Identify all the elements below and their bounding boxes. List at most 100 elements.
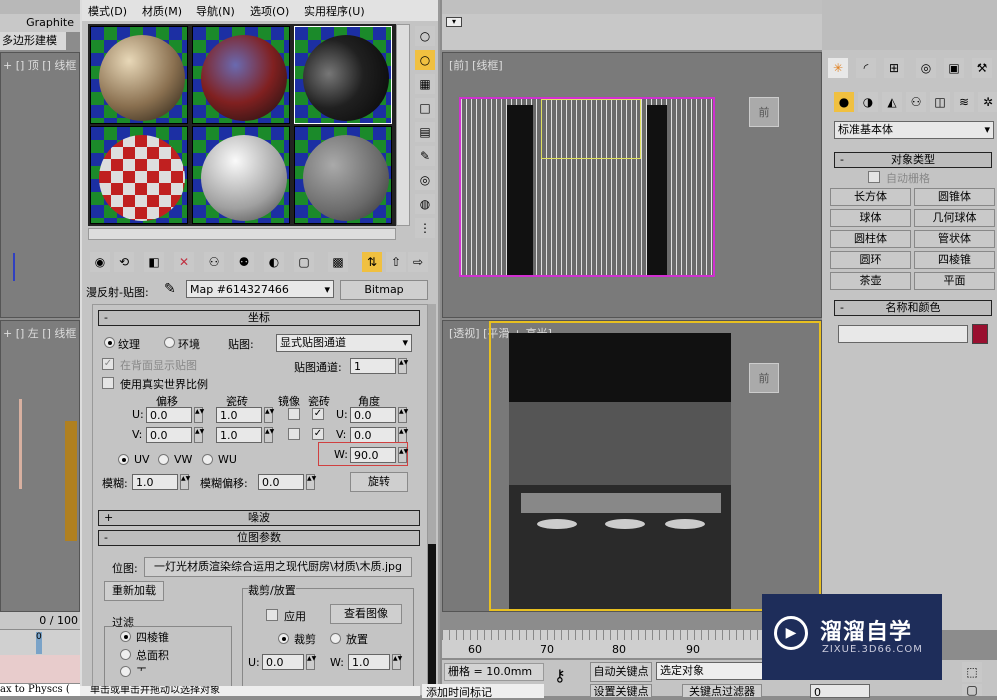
u-tiling-field[interactable]: 1.0	[216, 407, 262, 423]
spinner[interactable]: ▲▼	[264, 407, 274, 423]
maxscript-listener[interactable]	[0, 655, 80, 683]
key-icon[interactable]: ⚷	[554, 666, 566, 685]
plane-button[interactable]: 平面	[914, 272, 995, 290]
viewcube[interactable]: 前	[749, 97, 779, 127]
viewport-label[interactable]: [前] [线框]	[449, 57, 503, 73]
maximize-viewport-icon[interactable]: ▢	[962, 684, 982, 696]
make-unique-icon[interactable]: ⚉	[234, 252, 254, 272]
crop-w-field[interactable]: 1.0	[348, 654, 390, 670]
space-warps-icon[interactable]: ≋	[954, 92, 974, 112]
menu-material[interactable]: 材质(M)	[142, 3, 182, 19]
go-to-parent-icon[interactable]: ⇧	[386, 252, 406, 272]
rollout-noise[interactable]: + 噪波	[98, 510, 420, 526]
v-angle-field[interactable]: 0.0	[350, 427, 396, 443]
sphere-button[interactable]: 球体	[830, 209, 911, 227]
reload-button[interactable]: 重新加载	[104, 581, 164, 601]
mapping-dropdown[interactable]: 显式贴图通道 ▾	[276, 334, 412, 352]
show-end-result-icon[interactable]: ⇅	[362, 252, 382, 272]
rollout-name-color[interactable]: - 名称和颜色	[834, 300, 992, 316]
bitmap-path-button[interactable]: 一灯光材质渲染综合运用之现代厨房\材质\木质.jpg	[144, 557, 412, 577]
menu-navigation[interactable]: 导航(N)	[196, 3, 235, 19]
viewport-perspective[interactable]: [透视] [平滑 + 高光] 前	[442, 320, 822, 612]
track-bar[interactable]: 0	[0, 630, 80, 655]
viewport-left[interactable]: + [] 左 [] 线框	[0, 320, 80, 612]
rollout-object-type[interactable]: - 对象类型	[834, 152, 992, 168]
cylinder-button[interactable]: 圆柱体	[830, 230, 911, 248]
material-id-icon[interactable]: ▢	[294, 252, 314, 272]
slots-horizontal-scrollbar[interactable]	[88, 228, 396, 240]
spinner[interactable]: ▲▼	[398, 358, 408, 374]
viewport-top[interactable]: + [] 顶 [] 线框	[0, 52, 80, 318]
tube-button[interactable]: 管状体	[914, 230, 995, 248]
blur-field[interactable]: 1.0	[132, 474, 178, 490]
show-map-icon[interactable]: ▩	[328, 252, 348, 272]
spinner[interactable]: ▲▼	[392, 654, 402, 670]
radio-place[interactable]	[330, 633, 341, 644]
spinner[interactable]: ▲▼	[194, 427, 204, 443]
make-preview-icon[interactable]: ✎	[415, 146, 435, 166]
rotate-button[interactable]: 旋转	[350, 472, 408, 492]
spinner[interactable]: ▲▼	[398, 427, 408, 443]
display-tab-icon[interactable]: ▣	[944, 58, 964, 78]
options-icon[interactable]: ◎	[415, 170, 435, 190]
u-offset-field[interactable]: 0.0	[146, 407, 192, 423]
map-name-field[interactable]: Map #614327466 ▾	[186, 280, 334, 298]
object-name-field[interactable]	[838, 325, 968, 343]
rollout-bitmap-parameters[interactable]: - 位图参数	[98, 530, 420, 546]
create-tab-icon[interactable]: ✳	[828, 58, 848, 78]
spinner[interactable]: ▲▼	[306, 474, 316, 490]
hierarchy-tab-icon[interactable]: ⊞	[884, 58, 904, 78]
go-forward-sibling-icon[interactable]: ⇨	[408, 252, 428, 272]
viewcube[interactable]: 前	[749, 363, 779, 393]
cone-button[interactable]: 圆锥体	[914, 188, 995, 206]
timeline-ruler[interactable]: 60 70 80 90	[442, 630, 762, 658]
geosphere-button[interactable]: 几何球体	[914, 209, 995, 227]
utilities-tab-icon[interactable]: ⚒	[972, 58, 992, 78]
sample-slot-5[interactable]	[192, 126, 290, 224]
spinner[interactable]: ▲▼	[306, 654, 316, 670]
viewport-label[interactable]: + [] 左 [] 线框	[3, 325, 76, 341]
video-color-check-icon[interactable]: ▤	[415, 122, 435, 142]
ribbon-toggle-icon[interactable]: ▾	[446, 17, 462, 27]
spinner[interactable]: ▲▼	[180, 474, 190, 490]
shapes-icon[interactable]: ◑	[858, 92, 878, 112]
v-offset-field[interactable]: 0.0	[146, 427, 192, 443]
chevron-down-icon[interactable]: ▾	[984, 122, 990, 137]
sample-slot-4[interactable]	[90, 126, 188, 224]
selection-set-dropdown[interactable]: 选定对象	[656, 662, 766, 680]
zoom-extents-icon[interactable]: ⬚	[962, 662, 982, 682]
sample-slot-2[interactable]	[192, 26, 290, 124]
w-angle-field[interactable]: 90.0	[350, 447, 396, 463]
map-channel-field[interactable]: 1	[350, 358, 396, 374]
u-tile-checkbox[interactable]: ✓	[312, 408, 324, 420]
spinner[interactable]: ▲▼	[264, 427, 274, 443]
sample-slot-1[interactable]	[90, 26, 188, 124]
helpers-icon[interactable]: ◫	[930, 92, 950, 112]
viewport-label[interactable]: + [] 顶 [] 线框	[3, 57, 76, 73]
torus-button[interactable]: 圆环	[830, 251, 911, 269]
radio-texture[interactable]	[104, 337, 115, 348]
sample-slot-3[interactable]	[294, 26, 392, 124]
radio-wu[interactable]	[202, 454, 213, 465]
sample-slot-6[interactable]	[294, 126, 392, 224]
assign-material-icon[interactable]: ◧	[144, 252, 164, 272]
spinner[interactable]: ▲▼	[194, 407, 204, 423]
spinner[interactable]: ▲▼	[398, 447, 408, 463]
v-mirror-checkbox[interactable]	[288, 428, 300, 440]
graphite-ribbon[interactable]: Graphite	[0, 14, 80, 32]
slots-vertical-scrollbar[interactable]	[396, 24, 410, 226]
teapot-button[interactable]: 茶壶	[830, 272, 911, 290]
chevron-down-icon[interactable]: ▾	[324, 281, 330, 298]
select-by-material-icon[interactable]: ◍	[415, 194, 435, 214]
maxscript-line[interactable]: ax to Physcs (	[0, 684, 80, 696]
view-image-button[interactable]: 查看图像	[330, 604, 402, 624]
radio-pyramidal[interactable]	[120, 631, 131, 642]
menu-options[interactable]: 选项(O)	[250, 3, 289, 19]
cameras-icon[interactable]: ⚇	[906, 92, 926, 112]
real-world-checkbox[interactable]	[102, 377, 114, 389]
uv-tiling-icon[interactable]: □	[415, 98, 435, 118]
viewport-front[interactable]: [前] [线框] 前	[442, 52, 822, 318]
v-tile-checkbox[interactable]: ✓	[312, 428, 324, 440]
eyedropper-icon[interactable]: ✎	[164, 281, 176, 297]
radio-none[interactable]	[120, 666, 131, 677]
